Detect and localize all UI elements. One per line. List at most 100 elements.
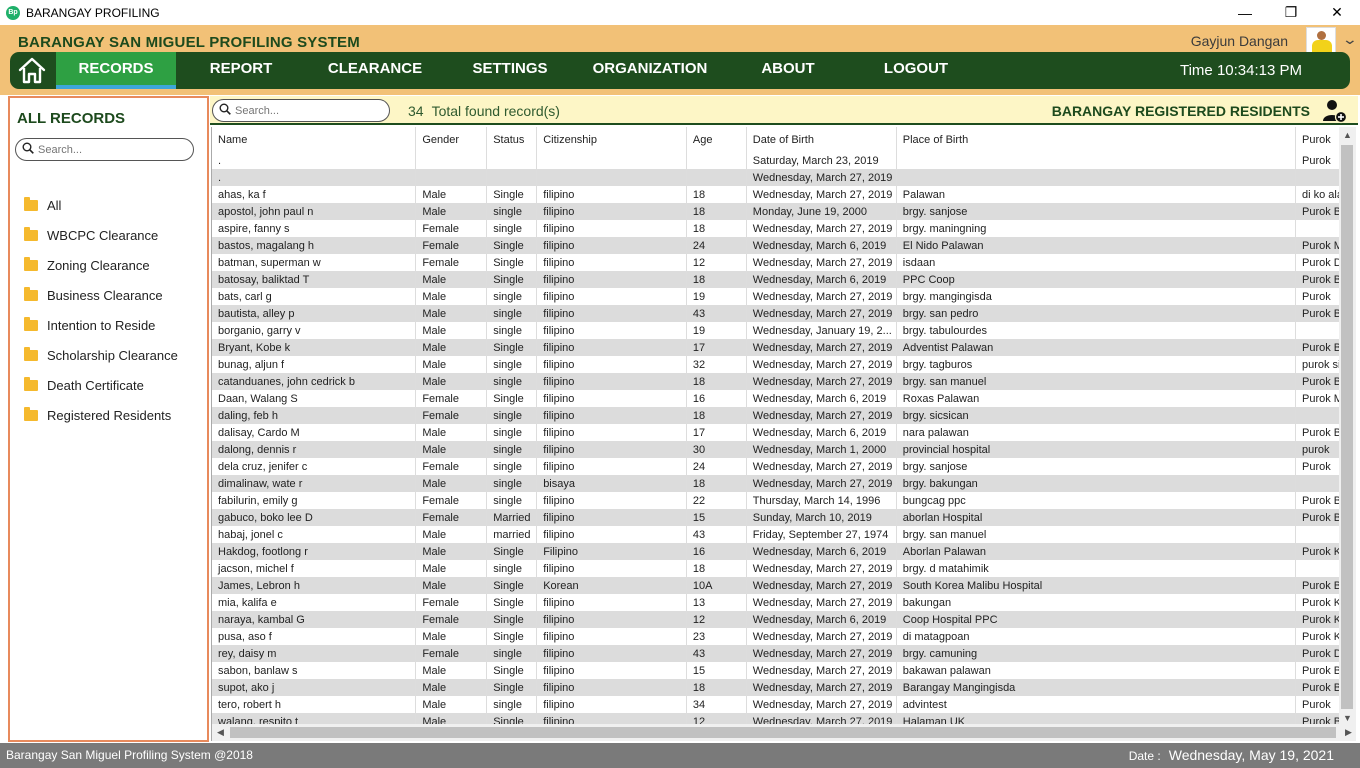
category-intention-to-reside[interactable]: Intention to Reside [24,310,178,340]
table-cell: Wednesday, March 6, 2019 [746,237,897,254]
sidebar-search-box[interactable] [15,138,194,161]
horizontal-scroll-thumb[interactable] [230,727,1336,738]
column-header[interactable]: Citizenship [536,127,687,152]
table-row[interactable]: rey, daisy m Female single filipino 43 Wednes… [212,645,1356,662]
table-cell: bats, carl g [212,288,417,305]
table-row[interactable]: bats, carl g Male single filipino 19 Wednesda… [212,288,1356,305]
table-cell: Single [486,390,538,407]
tab-clearance[interactable]: CLEARANCE [320,52,430,89]
chevron-down-icon[interactable]: ⌄ [1342,31,1358,48]
table-row[interactable]: sabon, banlaw s Male Single filipino 15 Wedne… [212,662,1356,679]
column-header[interactable]: Status [486,127,538,152]
column-header[interactable]: Place of Birth [896,127,1296,152]
add-user-icon[interactable] [1322,98,1348,124]
scroll-left-arrow-icon[interactable]: ◀ [212,724,229,741]
table-row[interactable]: . Saturday, March 23, 2019 Purok [212,152,1356,169]
tab-about[interactable]: ABOUT [748,52,828,89]
table-row[interactable]: Hakdog, footlong r Male Single Filipino 16 We… [212,543,1356,560]
table-row[interactable]: daling, feb h Female single filipino 18 Wedne… [212,407,1356,424]
table-row[interactable]: dalong, dennis r Male single filipino 30 Wedn… [212,441,1356,458]
table-row[interactable]: dalisay, Cardo M Male single filipino 17 Wedn… [212,424,1356,441]
records-search-box[interactable] [212,99,390,122]
table-cell: brgy. maningning [896,220,1296,237]
tab-organization[interactable]: ORGANIZATION [585,52,715,89]
category-business-clearance[interactable]: Business Clearance [24,280,178,310]
close-button[interactable]: ✕ [1314,0,1360,25]
table-row[interactable]: bunag, aljun f Male single filipino 32 Wednes… [212,356,1356,373]
table-cell: Male [415,186,488,203]
sidebar-search-input[interactable] [38,141,188,158]
folder-icon [24,256,38,271]
vertical-scroll-thumb[interactable] [1341,145,1353,709]
table-row[interactable]: borganio, garry v Male single filipino 19 Wed… [212,322,1356,339]
table-row[interactable]: jacson, michel f Male single filipino 18 Wedn… [212,560,1356,577]
table-cell: filipino [536,526,687,543]
table-cell: Wednesday, March 6, 2019 [746,543,897,560]
table-row[interactable]: habaj, jonel c Male married filipino 43 Frida… [212,526,1356,543]
table-row[interactable]: gabuco, boko lee D Female Married filipino 1… [212,509,1356,526]
column-header[interactable]: Name [212,127,417,152]
category-registered-residents[interactable]: Registered Residents [24,400,178,430]
category-death-certificate[interactable]: Death Certificate [24,370,178,400]
column-header[interactable]: Age [686,127,747,152]
tab-records[interactable]: RECORDS [56,52,176,89]
category-all[interactable]: All [24,190,178,220]
table-row[interactable]: catanduanes, john cedrick b Male single fil… [212,373,1356,390]
vertical-scrollbar[interactable]: ▲ ▼ [1339,127,1356,727]
table-cell: Male [415,526,488,543]
table-cell: brgy. san manuel [896,373,1296,390]
horizontal-scrollbar[interactable]: ◀ ▶ [212,724,1356,741]
table-row[interactable]: dimalinaw, wate r Male single bisaya 18 Wedne… [212,475,1356,492]
category-zoning-clearance[interactable]: Zoning Clearance [24,250,178,280]
avatar[interactable] [1306,27,1336,53]
column-header[interactable]: Date of Birth [746,127,897,152]
table-row[interactable]: bastos, magalang h Female Single filipino 24… [212,237,1356,254]
table-cell: Female [415,390,488,407]
tab-report[interactable]: REPORT [196,52,286,89]
table-row[interactable]: ahas, ka f Male Single filipino 18 Wednesday,… [212,186,1356,203]
home-icon[interactable] [16,55,48,85]
user-name[interactable]: Gayjun Dangan [1191,33,1288,49]
folder-icon [24,406,38,421]
table-row[interactable]: supot, ako j Male Single filipino 18 Wednesda… [212,679,1356,696]
table-cell: 22 [686,492,747,509]
table-cell: filipino [536,237,687,254]
app-logo-icon: Bp [6,5,20,20]
table-row[interactable]: Bryant, Kobe k Male Single filipino 17 Wednes… [212,339,1356,356]
table-body: . Saturday, March 23, 2019 Purok. Wednesday… [212,152,1356,730]
category-scholarship-clearance[interactable]: Scholarship Clearance [24,340,178,370]
table-cell: 13 [686,594,747,611]
table-cell: single [486,696,538,713]
scroll-up-arrow-icon[interactable]: ▲ [1339,127,1356,144]
table-cell: Single [486,339,538,356]
maximize-button[interactable]: ❐ [1268,0,1314,25]
column-header[interactable]: Gender [415,127,488,152]
table-cell: Daan, Walang S [212,390,417,407]
records-search-input[interactable] [235,102,385,119]
search-icon [22,142,34,154]
table-row[interactable]: aspire, fanny s Female single filipino 18 Wed… [212,220,1356,237]
table-row[interactable]: tero, robert h Male single filipino 34 Wednes… [212,696,1356,713]
table-row[interactable]: dela cruz, jenifer c Female single filipino… [212,458,1356,475]
table-cell: Female [415,492,488,509]
table-row[interactable]: Daan, Walang S Female Single filipino 16 Wedn… [212,390,1356,407]
table-row[interactable]: mia, kalifa e Female Single filipino 13 Wedne… [212,594,1356,611]
table-row[interactable]: batman, superman w Female Single filipino 12… [212,254,1356,271]
table-row[interactable]: naraya, kambal G Female Single filipino 12 We… [212,611,1356,628]
table-cell: di matagpoan [896,628,1296,645]
table-row[interactable]: fabilurin, emily g Female single filipino 22… [212,492,1356,509]
table-cell: Male [415,339,488,356]
category-wbcpc-clearance[interactable]: WBCPC Clearance [24,220,178,250]
tab-logout[interactable]: LOGOUT [870,52,962,89]
table-cell [486,152,538,169]
table-row[interactable]: batosay, baliktad T Male Single filipino 18 W… [212,271,1356,288]
table-row[interactable]: pusa, aso f Male Single filipino 23 Wednesday… [212,628,1356,645]
table-row[interactable]: . Wednesday, March 27, 2019 [212,169,1356,186]
table-row[interactable]: James, Lebron h Male Single Korean 10A Wednes… [212,577,1356,594]
tab-settings[interactable]: SETTINGS [460,52,560,89]
table-row[interactable]: apostol, john paul n Male single filipino 18… [212,203,1356,220]
table-cell: dalisay, Cardo M [212,424,417,441]
minimize-button[interactable]: — [1222,0,1268,25]
scroll-right-arrow-icon[interactable]: ▶ [1340,724,1356,741]
table-row[interactable]: bautista, alley p Male single filipino 43 Wed… [212,305,1356,322]
